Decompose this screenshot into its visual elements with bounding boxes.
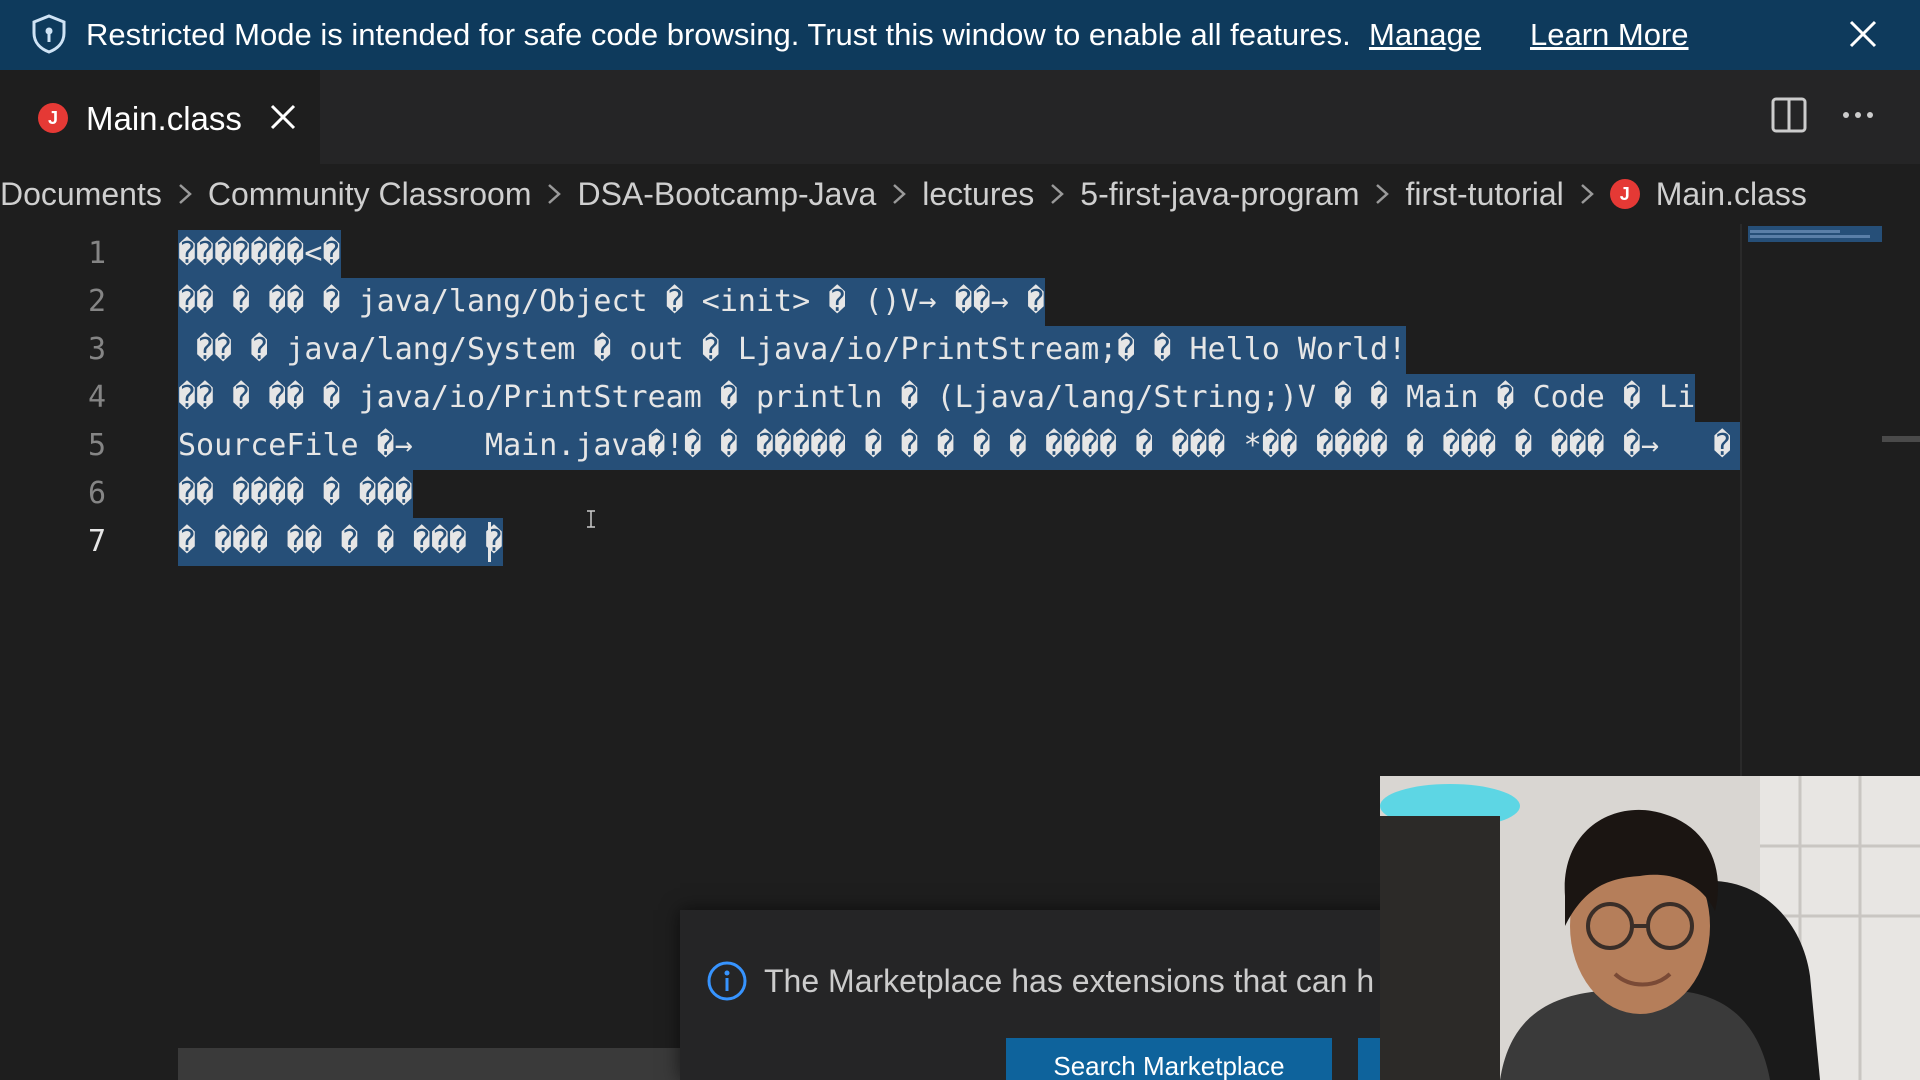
breadcrumb: Documents Community Classroom DSA-Bootca… xyxy=(0,164,1920,224)
chevron-right-icon xyxy=(548,184,562,204)
chevron-right-icon xyxy=(1376,184,1390,204)
breadcrumb-file-label: Main.class xyxy=(1655,175,1807,212)
notification-message: The Marketplace has extensions that can … xyxy=(764,963,1375,999)
tab-strip: J Main.class xyxy=(0,70,1920,164)
banner-message: Restricted Mode is intended for safe cod… xyxy=(86,17,1351,52)
webcam-overlay xyxy=(1380,776,1920,1080)
breadcrumb-item-documents[interactable]: Documents xyxy=(0,176,162,213)
breadcrumb-item-file[interactable]: J Main.class xyxy=(1609,175,1807,213)
line-number: 3 xyxy=(87,332,106,367)
search-marketplace-button[interactable]: Search Marketplace xyxy=(1006,1038,1332,1080)
code-line[interactable]: �� � �� � java/io/PrintStream � println … xyxy=(178,374,1696,422)
more-actions-icon[interactable] xyxy=(1838,96,1878,134)
code-line[interactable]: �� � �� � java/lang/Object � <init> � ()… xyxy=(178,278,1045,326)
info-icon xyxy=(707,961,747,1001)
code-line[interactable]: �������<� xyxy=(178,230,341,278)
java-file-icon: J xyxy=(38,103,68,133)
code-line[interactable]: � ��� �� � � ��� � xyxy=(178,518,504,566)
chevron-right-icon xyxy=(893,184,907,204)
line-number: 2 xyxy=(87,284,106,319)
text-cursor xyxy=(488,522,491,562)
close-icon[interactable] xyxy=(1847,18,1879,50)
manage-link[interactable]: Manage xyxy=(1369,17,1481,53)
breadcrumb-item-dsa-bootcamp-java[interactable]: DSA-Bootcamp-Java xyxy=(577,176,876,213)
learn-more-link[interactable]: Learn More xyxy=(1530,17,1689,53)
tab-label: Main.class xyxy=(86,100,242,137)
code-line[interactable]: �� ���� � ��� xyxy=(178,470,413,518)
line-number: 4 xyxy=(87,380,106,415)
chevron-right-icon xyxy=(179,184,192,204)
code-line[interactable]: �� � java/lang/System � out � Ljava/io/P… xyxy=(178,326,1407,374)
line-number: 6 xyxy=(87,476,106,511)
restricted-mode-banner: Restricted Mode is intended for safe cod… xyxy=(0,0,1920,70)
tab-main-class[interactable]: J Main.class xyxy=(0,70,320,164)
close-icon[interactable] xyxy=(268,102,298,132)
minimap-viewport[interactable] xyxy=(1748,226,1882,242)
ibeam-cursor-icon xyxy=(587,510,595,528)
minimap-line xyxy=(1750,230,1840,233)
java-file-icon: J xyxy=(1609,179,1640,209)
line-number-active: 7 xyxy=(87,524,106,559)
chevron-right-icon xyxy=(1051,184,1065,204)
breadcrumb-item-lectures[interactable]: lectures xyxy=(922,176,1034,213)
breadcrumb-item-5-first-java-program[interactable]: 5-first-java-program xyxy=(1080,176,1359,213)
code-line[interactable]: SourceFile �→ Main.java�!� � ����� � � �… xyxy=(178,422,1740,470)
line-number: 5 xyxy=(87,428,106,463)
notification-toast: The Marketplace has extensions that can … xyxy=(680,910,1418,1080)
breadcrumb-item-first-tutorial[interactable]: first-tutorial xyxy=(1405,176,1563,213)
presenter-video-image xyxy=(1380,776,1920,1080)
minimap-line xyxy=(1750,235,1870,238)
line-number: 1 xyxy=(87,236,106,271)
breadcrumb-item-community-classroom[interactable]: Community Classroom xyxy=(208,176,532,213)
shield-icon xyxy=(32,14,66,54)
split-editor-icon[interactable] xyxy=(1770,96,1808,134)
scrollbar-thumb[interactable] xyxy=(1882,436,1920,442)
chevron-right-icon xyxy=(1580,184,1594,204)
